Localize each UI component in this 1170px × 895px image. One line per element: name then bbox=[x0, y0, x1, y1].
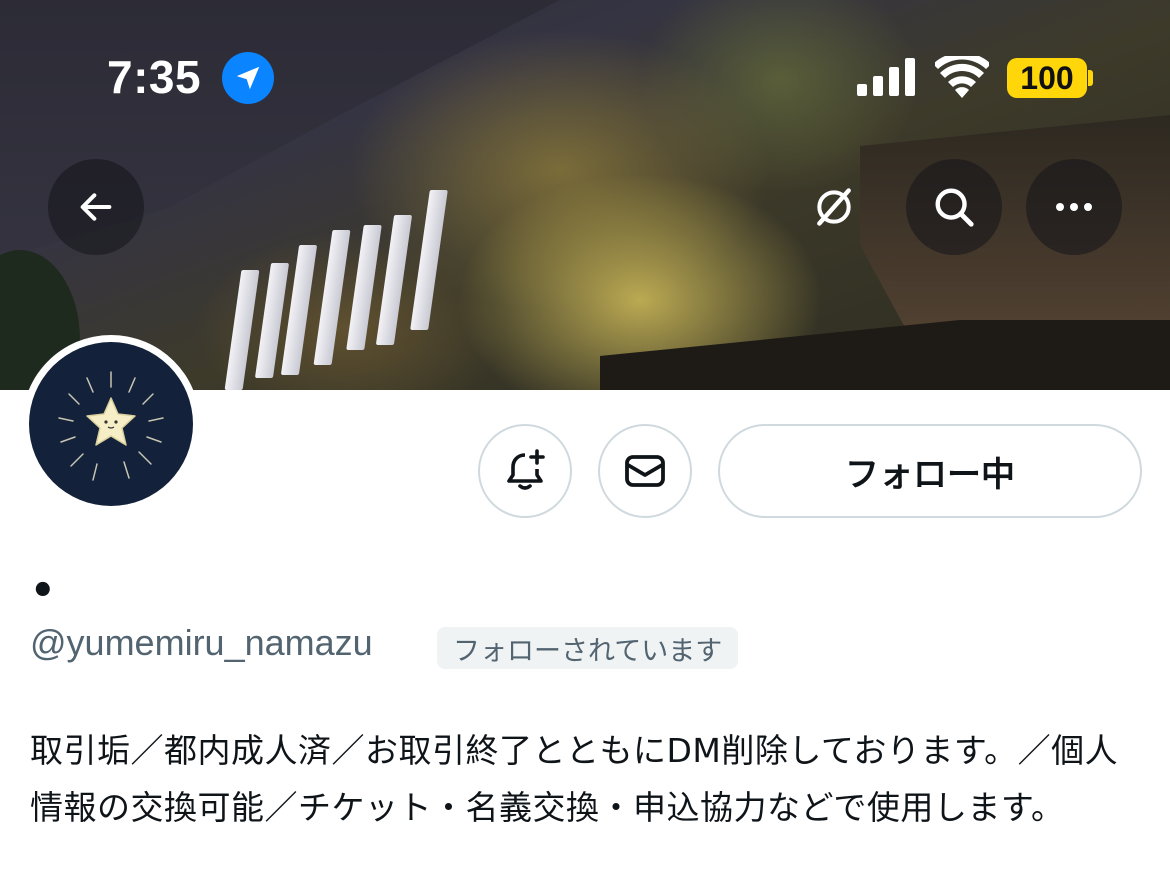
search-button[interactable] bbox=[906, 159, 1002, 255]
avatar-image bbox=[29, 342, 193, 506]
battery-icon bbox=[1088, 70, 1093, 86]
status-time: 7:35 bbox=[107, 51, 202, 103]
message-button[interactable] bbox=[598, 424, 692, 518]
mail-icon bbox=[625, 455, 665, 487]
following-button[interactable]: フォロー中 bbox=[718, 424, 1142, 518]
banner-light-slats bbox=[224, 185, 455, 390]
battery-indicator: 100 bbox=[1007, 58, 1087, 98]
back-button[interactable] bbox=[48, 159, 144, 255]
grok-button[interactable] bbox=[786, 159, 882, 255]
cellular-signal-icon bbox=[857, 58, 915, 96]
notifications-button[interactable] bbox=[478, 424, 572, 518]
battery-level: 100 bbox=[1020, 59, 1074, 96]
grok-icon bbox=[817, 188, 851, 226]
back-arrow-icon bbox=[80, 193, 112, 221]
profile-bio: 取引垢／都内成人済／お取引終了とともにDM削除しております。／個人情報の交換可能… bbox=[30, 731, 1119, 827]
star-character-icon bbox=[58, 371, 164, 481]
follows-you-badge: フォローされています bbox=[437, 627, 739, 669]
location-arrow-icon bbox=[222, 52, 274, 104]
more-horizontal-icon bbox=[1056, 203, 1092, 211]
avatar[interactable] bbox=[22, 335, 200, 513]
user-handle: @yumemiru_namazu bbox=[30, 622, 373, 663]
search-icon bbox=[935, 188, 974, 227]
display-name: • bbox=[30, 568, 56, 614]
more-button[interactable] bbox=[1026, 159, 1122, 255]
wifi-icon bbox=[935, 56, 989, 98]
bell-plus-icon bbox=[507, 449, 545, 490]
banner-building-edge bbox=[600, 320, 1170, 390]
